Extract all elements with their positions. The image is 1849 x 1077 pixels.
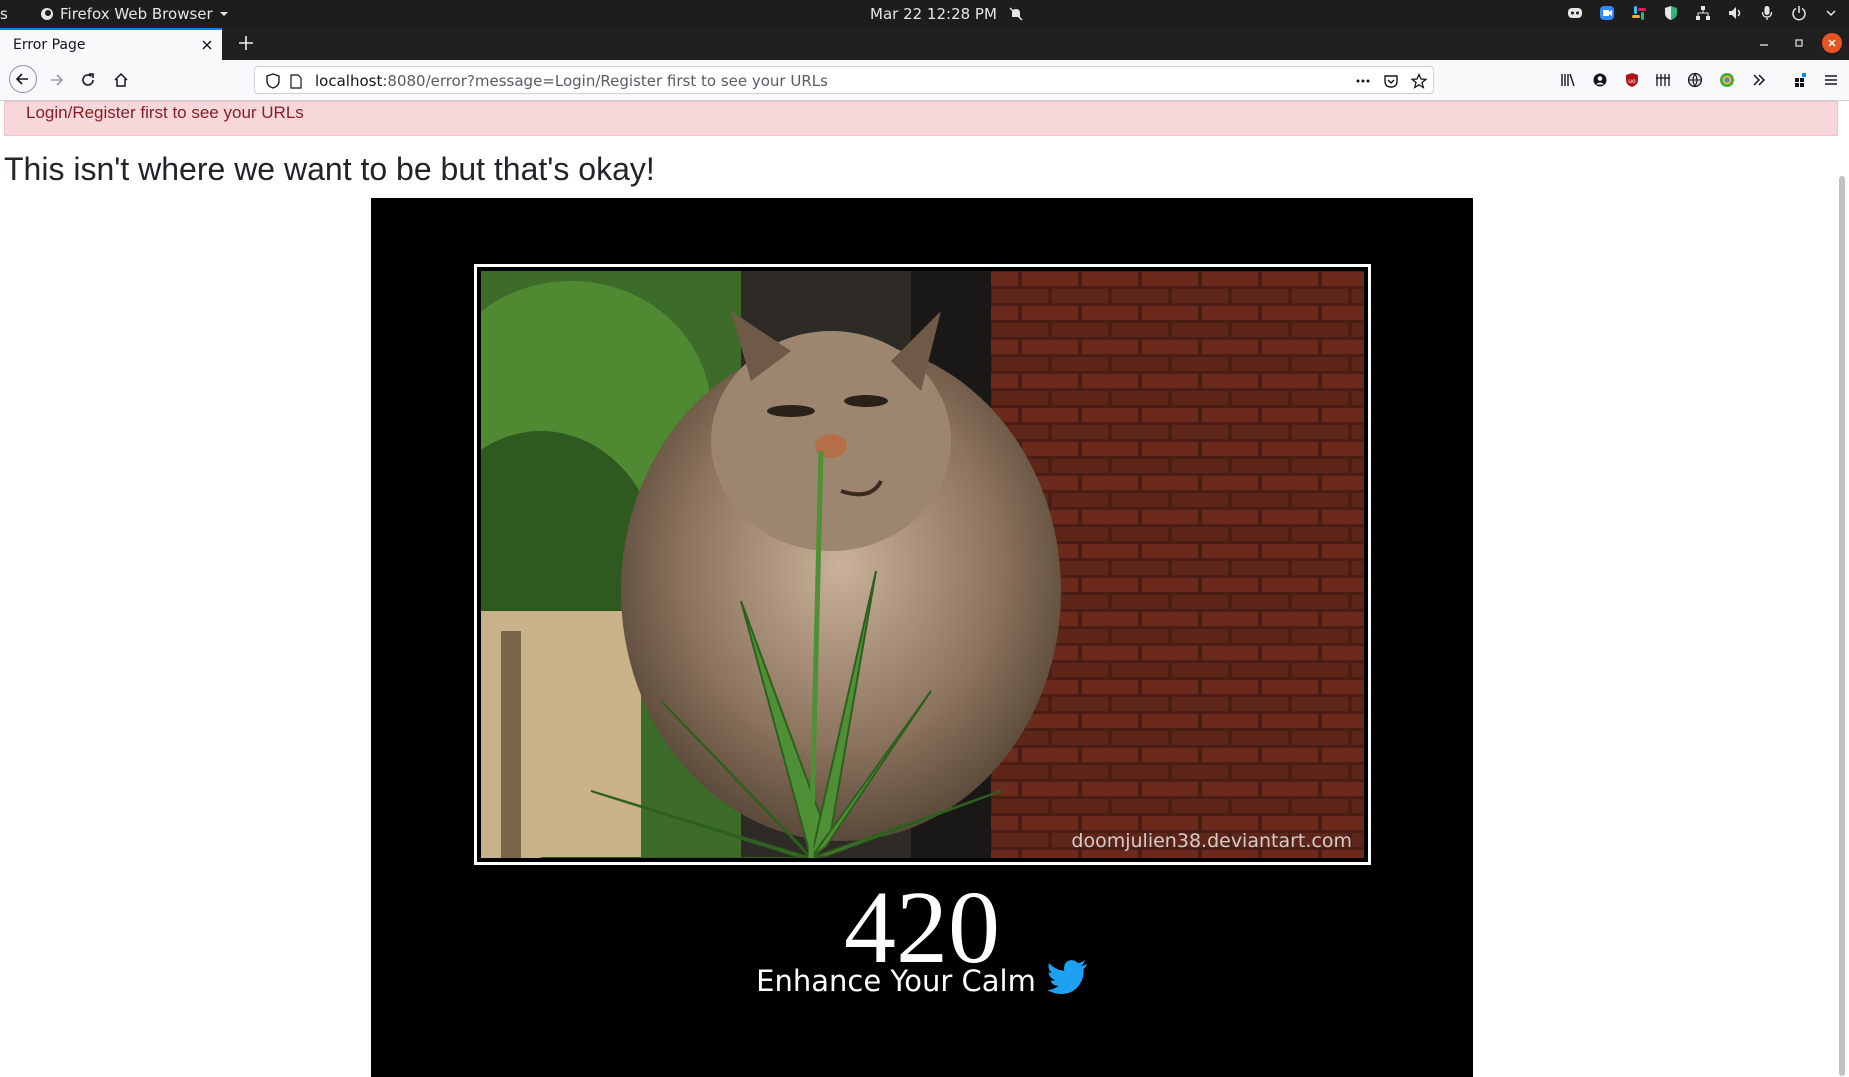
- back-icon[interactable]: [9, 65, 37, 93]
- app-menu[interactable]: Firefox Web Browser: [40, 5, 229, 23]
- overflow-chevron-icon[interactable]: [1746, 67, 1772, 93]
- tab-strip: Error Page: [0, 27, 1849, 60]
- page-info-icon[interactable]: [287, 72, 305, 90]
- url-bar[interactable]: localhost:8080/error?message=Login/Regis…: [254, 66, 1434, 94]
- cat-photo: doomjulien38.deviantart.com: [481, 271, 1364, 858]
- url-text: localhost:8080/error?message=Login/Regis…: [315, 72, 828, 90]
- restore-icon[interactable]: [1789, 33, 1809, 53]
- network-icon[interactable]: [1693, 3, 1713, 23]
- error-alert: Login/Register first to see your URLs: [4, 101, 1838, 136]
- tagline: Enhance Your Calm: [371, 960, 1473, 1001]
- new-tab-icon[interactable]: [235, 32, 257, 54]
- twitter-bird-icon: [1046, 960, 1088, 1001]
- extension-globe-icon[interactable]: [1682, 67, 1708, 93]
- discord-icon[interactable]: [1565, 3, 1585, 23]
- bookmark-star-icon[interactable]: [1410, 72, 1428, 90]
- firefox-icon: [40, 7, 54, 21]
- slack-icon[interactable]: [1629, 3, 1649, 23]
- tagline-text: Enhance Your Calm: [756, 963, 1036, 998]
- svg-text:uo: uo: [1628, 78, 1636, 85]
- page-actions-icon[interactable]: [1354, 72, 1372, 90]
- photo-frame: doomjulien38.deviantart.com: [474, 264, 1371, 865]
- chevron-down-icon: [219, 9, 229, 19]
- library-icon[interactable]: [1555, 67, 1581, 93]
- clock[interactable]: Mar 22 12:28 PM: [870, 5, 1023, 23]
- page-scrollbar[interactable]: [1839, 176, 1845, 1076]
- microphone-icon[interactable]: [1757, 3, 1777, 23]
- activities-button[interactable]: s: [0, 5, 8, 23]
- close-tab-icon[interactable]: [198, 36, 216, 54]
- tab-title: Error Page: [13, 37, 86, 53]
- minimize-icon[interactable]: [1754, 33, 1774, 53]
- tab-error-page[interactable]: Error Page: [0, 28, 222, 60]
- window-close-icon[interactable]: [1822, 33, 1842, 53]
- page-heading: This isn't where we want to be but that'…: [4, 151, 655, 187]
- account-icon[interactable]: [1587, 67, 1613, 93]
- alert-message: Login/Register first to see your URLs: [26, 103, 304, 122]
- page-content: Login/Register first to see your URLs Th…: [0, 101, 1849, 1077]
- url-host: localhost: [315, 72, 383, 90]
- photo-watermark: doomjulien38.deviantart.com: [1071, 830, 1352, 852]
- system-tray: [1565, 3, 1841, 23]
- zoom-icon[interactable]: [1597, 3, 1617, 23]
- pocket-icon[interactable]: [1382, 72, 1400, 90]
- shield-icon[interactable]: [1661, 3, 1681, 23]
- clock-label: Mar 22 12:28 PM: [870, 5, 997, 23]
- error-poster-image: doomjulien38.deviantart.com 420 Enhance …: [371, 198, 1473, 1077]
- tracking-protection-icon[interactable]: [264, 72, 282, 90]
- reload-icon[interactable]: [75, 67, 101, 93]
- extension-color-icon[interactable]: [1714, 67, 1740, 93]
- navigation-toolbar: localhost:8080/error?message=Login/Regis…: [0, 60, 1849, 101]
- power-icon[interactable]: [1789, 3, 1809, 23]
- volume-icon[interactable]: [1725, 3, 1745, 23]
- home-icon[interactable]: [108, 67, 134, 93]
- url-path: :8080/error?message=Login/Register first…: [382, 72, 828, 90]
- forward-icon[interactable]: [43, 67, 69, 93]
- notifications-off-icon: [1009, 7, 1023, 21]
- app-menu-label: Firefox Web Browser: [60, 5, 213, 23]
- extension-meter-icon[interactable]: [1650, 67, 1676, 93]
- system-top-bar: s Firefox Web Browser Mar 22 12:28 PM: [0, 0, 1849, 27]
- hamburger-menu-icon[interactable]: [1818, 67, 1844, 93]
- extensions-puzzle-icon[interactable]: [1788, 67, 1814, 93]
- ublock-icon[interactable]: uo: [1619, 67, 1645, 93]
- chevron-down-icon[interactable]: [1821, 3, 1841, 23]
